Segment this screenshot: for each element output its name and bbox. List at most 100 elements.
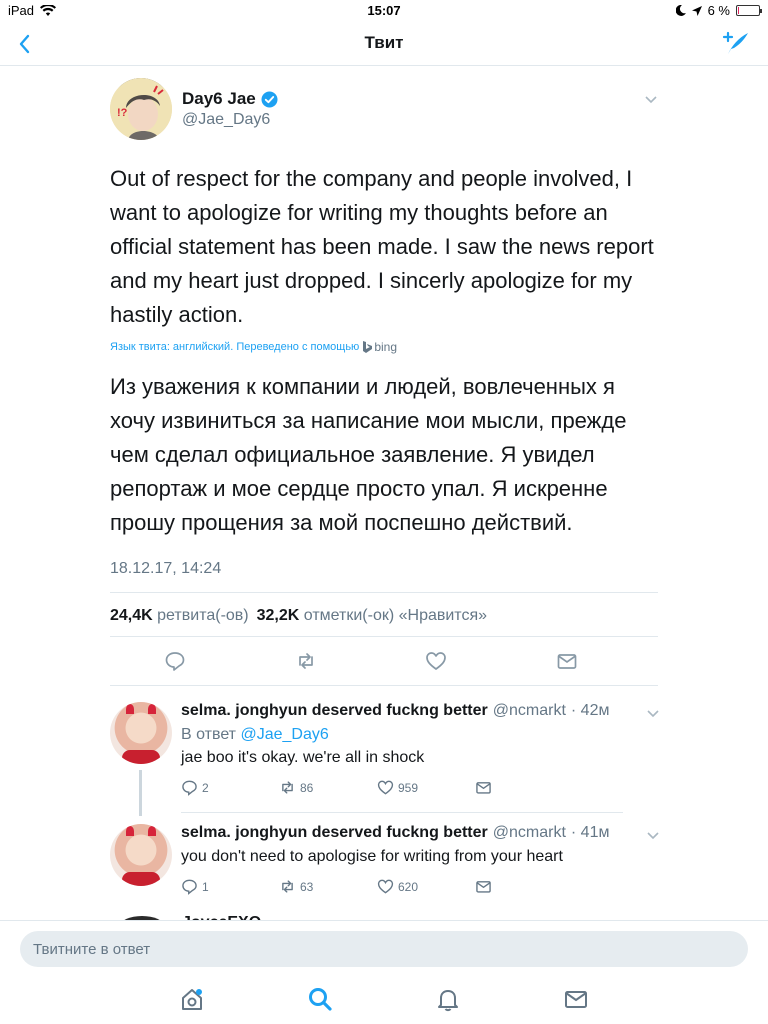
retweet-icon [282, 781, 293, 794]
avatar-shirt [122, 750, 160, 764]
avatar[interactable] [110, 702, 172, 764]
direct-message-icon [476, 782, 491, 794]
main-tweet: !? Day6 Jae @Jae_Day6 Out of respect for… [110, 66, 658, 686]
divider [110, 685, 658, 686]
author-handle[interactable]: @Jae_Day6 [182, 111, 270, 129]
likes-stat[interactable]: 32,2K отметки(-ок) «Нравится» [257, 607, 487, 636]
retweets-stat[interactable]: 24,4K ретвита(-ов) [110, 607, 249, 636]
search-icon[interactable] [306, 985, 334, 1013]
reply-button[interactable]: 2 [181, 779, 279, 796]
status-bar: iPad 15:07 6 % [0, 0, 768, 22]
notifications-icon[interactable] [434, 985, 462, 1013]
avatar-horn [148, 826, 156, 836]
replying-to: В ответ @Jae_Day6 [181, 726, 661, 744]
avatar-horn [126, 704, 134, 714]
reply-composer-input[interactable] [20, 931, 748, 967]
bing-logo: bing [363, 340, 397, 354]
like-count: 959 [398, 780, 419, 795]
reply-time: · 41м [570, 824, 610, 841]
avatar-horn [148, 704, 156, 714]
battery-level [738, 7, 739, 14]
page-title: Твит [364, 33, 404, 52]
replying-to-handle[interactable]: @Jae_Day6 [240, 726, 328, 743]
reply-tweet[interactable]: selma. jonghyun deserved fuckng better @… [0, 702, 768, 810]
status-right: 6 % [675, 3, 762, 18]
replying-to-prefix: В ответ [181, 726, 237, 743]
reply-header: selma. jonghyun deserved fuckng better @… [181, 824, 661, 842]
location-arrow-icon [691, 5, 702, 16]
heart-icon[interactable] [425, 650, 447, 672]
reply-icon[interactable] [164, 650, 186, 672]
avatar-portrait: !? [110, 78, 172, 140]
reply-text: you don't need to apologise for writing … [181, 848, 563, 865]
tweet-actions [110, 637, 658, 685]
reply-count: 2 [202, 780, 209, 795]
bing-icon [363, 341, 373, 353]
reply-author-name[interactable]: selma. jonghyun deserved fuckng better [181, 702, 488, 720]
direct-message-icon [476, 881, 491, 893]
chevron-down-icon[interactable] [646, 828, 660, 842]
like-button[interactable]: 620 [377, 878, 475, 895]
retweet-count: 63 [300, 879, 314, 894]
reply-author-name[interactable]: selma. jonghyun deserved fuckng better [181, 824, 488, 842]
reply-author-handle[interactable]: @ncmarkt [493, 824, 566, 842]
reply-body: selma. jonghyun deserved fuckng better @… [181, 702, 661, 796]
translation-note-text: Язык твита: английский. Переведено с пом… [110, 341, 360, 353]
tab-bar [0, 985, 768, 1019]
reply-body: selma. jonghyun deserved fuckng better @… [181, 824, 661, 895]
heart-icon [377, 879, 394, 894]
translation-note: Язык твита: английский. Переведено с пом… [110, 340, 658, 354]
translator-name: bing [374, 340, 397, 354]
reply-icon [182, 780, 197, 796]
avatar[interactable]: !? [110, 78, 172, 140]
chevron-down-icon[interactable] [644, 92, 658, 106]
avatar-shirt [122, 872, 160, 886]
author-name[interactable]: Day6 Jae [182, 89, 278, 109]
battery-percent: 6 % [707, 3, 730, 18]
messages-icon[interactable] [562, 985, 590, 1013]
retweet-button[interactable]: 86 [279, 779, 377, 796]
retweets-label: ретвита(-ов) [157, 607, 249, 624]
reply-header: selma. jonghyun deserved fuckng better @… [181, 702, 661, 720]
home-icon[interactable] [178, 985, 206, 1013]
reply-text: jae boo it's okay. we're all in shock [181, 749, 425, 766]
battery-icon [736, 5, 762, 16]
tweet-timestamp: 18.12.17, 14:24 [110, 560, 222, 577]
reply-time: · 42м [570, 702, 610, 719]
retweet-icon[interactable] [295, 650, 317, 672]
navigation-bar: Твит [0, 22, 768, 66]
reply-author-handle[interactable]: @ncmarkt [493, 702, 566, 720]
direct-message-icon[interactable] [556, 650, 578, 672]
tweet-stats: 24,4K ретвита(-ов) 32,2K отметки(-ок) «Н… [110, 592, 658, 636]
moon-icon [675, 5, 686, 16]
avatar[interactable] [110, 824, 172, 886]
retweet-count: 86 [300, 780, 314, 795]
reply-tweet[interactable]: selma. jonghyun deserved fuckng better @… [0, 824, 768, 904]
author-name-text: Day6 Jae [182, 89, 256, 108]
translated-tweet-text: Из уважения к компании и людей, вовлечен… [110, 374, 627, 535]
retweet-icon [282, 880, 293, 893]
reply-count: 1 [202, 879, 209, 894]
dm-button[interactable] [475, 779, 573, 796]
svg-text:!?: !? [117, 107, 128, 119]
reply-actions: 2 86 959 [181, 779, 661, 796]
likes-label: отметки(-ок) «Нравится» [303, 607, 488, 624]
tweet-author: !? Day6 Jae @Jae_Day6 [110, 66, 658, 146]
thread-connector [139, 770, 142, 816]
bottom-area [0, 920, 768, 1024]
retweets-count: 24,4K [110, 607, 153, 624]
verified-badge-icon [261, 91, 278, 107]
like-count: 620 [398, 879, 419, 894]
divider [181, 812, 623, 813]
chevron-down-icon[interactable] [646, 706, 660, 720]
dm-button[interactable] [475, 878, 573, 895]
reply-icon [182, 879, 197, 895]
reply-button[interactable]: 1 [181, 878, 279, 895]
compose-tweet-icon[interactable] [720, 28, 752, 60]
retweet-button[interactable]: 63 [279, 878, 377, 895]
status-time: 15:07 [367, 3, 401, 18]
likes-count: 32,2K [256, 607, 300, 624]
tweet-text: Out of respect for the company and peopl… [110, 166, 654, 327]
avatar-horn [126, 826, 134, 836]
like-button[interactable]: 959 [377, 779, 475, 796]
